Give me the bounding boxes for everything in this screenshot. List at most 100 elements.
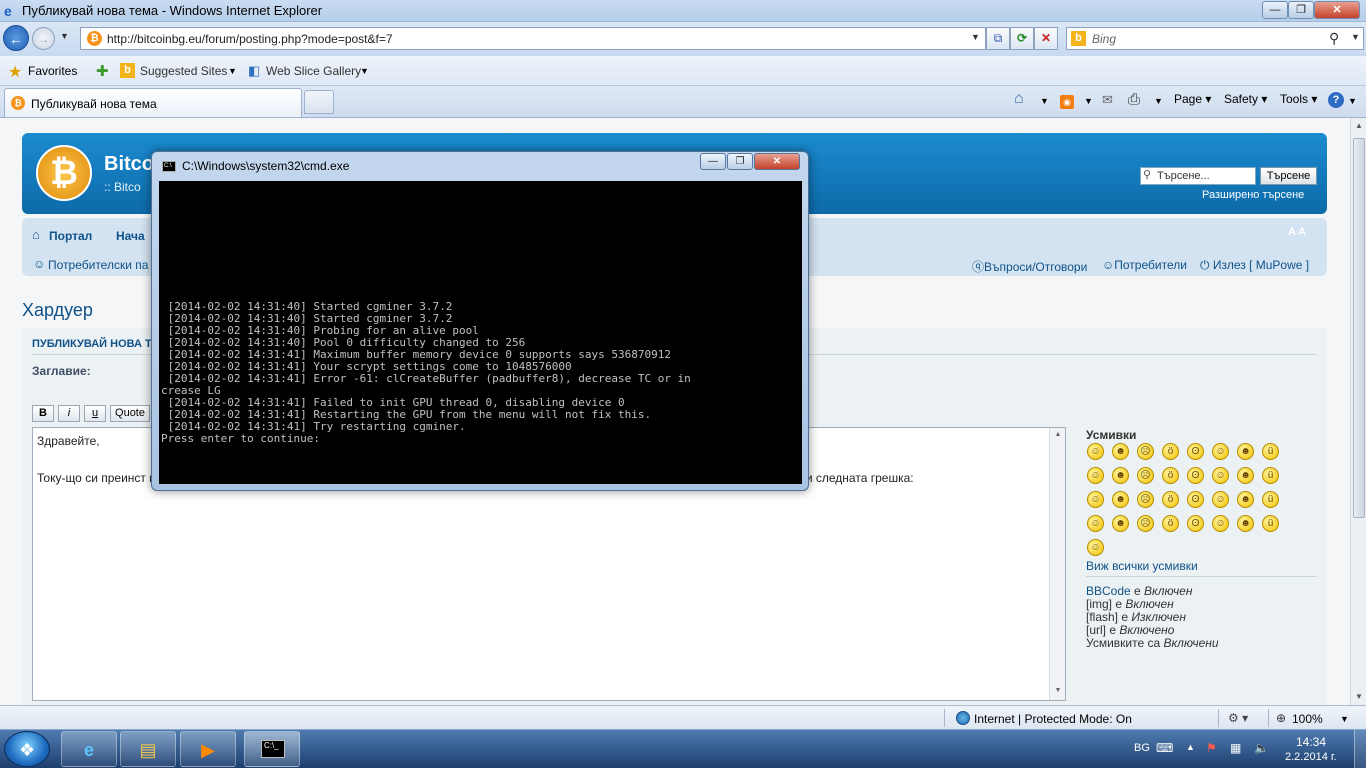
address-bar[interactable]: ₿ http://bitcoinbg.eu/forum/posting.php?… bbox=[80, 27, 986, 50]
forward-button[interactable]: → bbox=[32, 27, 55, 50]
scroll-down-icon[interactable]: ▼ bbox=[1351, 689, 1366, 705]
confused-smiley[interactable]: ☻ bbox=[1112, 515, 1129, 532]
show-desktop-button[interactable] bbox=[1354, 730, 1366, 769]
read-mail-icon[interactable]: ✉ bbox=[1102, 92, 1113, 108]
suggested-sites-dropdown-icon[interactable]: ▼ bbox=[228, 66, 237, 76]
web-slice-gallery-link[interactable]: Web Slice Gallery bbox=[266, 64, 361, 78]
tools-menu[interactable]: Tools ▾ bbox=[1280, 92, 1317, 106]
cmd-close-button[interactable]: ✕ bbox=[754, 153, 800, 170]
compatibility-view-button[interactable]: ⧉ bbox=[986, 27, 1010, 50]
feeds-dropdown-icon[interactable]: ▼ bbox=[1084, 96, 1093, 106]
search-box[interactable]: b Bing ⚲ ▼ bbox=[1066, 27, 1364, 50]
address-dropdown-icon[interactable]: ▼ bbox=[971, 32, 980, 42]
advanced-search-link[interactable]: Разширено търсене bbox=[1202, 189, 1304, 201]
address-url[interactable]: http://bitcoinbg.eu/forum/posting.php?mo… bbox=[107, 32, 393, 46]
bbcode-link[interactable]: BBCode bbox=[1086, 584, 1131, 598]
whistle-smiley[interactable]: ü bbox=[1262, 515, 1279, 532]
doh-smiley[interactable]: ☹ bbox=[1137, 515, 1154, 532]
geek-smiley[interactable]: ö bbox=[1162, 491, 1179, 508]
suggested-sites-link[interactable]: Suggested Sites bbox=[140, 64, 227, 78]
nav-faq-link[interactable]: ⓠВъпроси/Отговори bbox=[972, 258, 1087, 275]
safety-menu[interactable]: Safety ▾ bbox=[1224, 92, 1267, 106]
zoom-dropdown-icon[interactable]: ▼ bbox=[1340, 714, 1349, 724]
help-dropdown-icon[interactable]: ▼ bbox=[1348, 96, 1357, 106]
neutral-smiley[interactable]: ☻ bbox=[1112, 491, 1129, 508]
security-zone[interactable]: Internet | Protected Mode: On bbox=[974, 712, 1132, 726]
cmd-maximize-button[interactable]: ❐ bbox=[727, 153, 753, 170]
scroll-up-icon[interactable]: ▲ bbox=[1351, 118, 1366, 134]
action-center-flag-icon[interactable]: ⚑ bbox=[1206, 741, 1217, 755]
red-smiley[interactable]: ☹ bbox=[1137, 467, 1154, 484]
tab-active[interactable]: ₿ Публикувай нова тема bbox=[4, 88, 302, 117]
smile-smiley[interactable]: ☻ bbox=[1112, 443, 1129, 460]
back-button[interactable]: ← bbox=[3, 25, 29, 51]
tongue-smiley[interactable]: ü bbox=[1262, 443, 1279, 460]
shock-smiley[interactable]: ü bbox=[1262, 491, 1279, 508]
surprised-smiley[interactable]: ö bbox=[1162, 443, 1179, 460]
bitcoin-smiley[interactable]: ☺ bbox=[1087, 539, 1104, 556]
forum-search-button[interactable]: Търсене bbox=[1260, 167, 1317, 185]
twisted-smiley[interactable]: ö bbox=[1162, 467, 1179, 484]
exclaim-smiley[interactable]: ☻ bbox=[1237, 491, 1254, 508]
evil-smiley[interactable]: ʘ bbox=[1187, 467, 1204, 484]
site-name[interactable]: Bitco bbox=[104, 153, 154, 176]
page-menu[interactable]: Page ▾ bbox=[1174, 92, 1211, 106]
new-tab-button[interactable] bbox=[304, 90, 334, 114]
lol-smiley[interactable]: ʘ bbox=[1187, 515, 1204, 532]
taskbar-ie-button[interactable]: e bbox=[61, 731, 117, 767]
message-scrollbar[interactable]: ▲ ▼ bbox=[1049, 428, 1065, 700]
nav-members-link[interactable]: ☺Потребители bbox=[1102, 258, 1187, 272]
razz-smiley[interactable]: ☻ bbox=[1112, 467, 1129, 484]
quote-button[interactable]: Quote bbox=[110, 405, 150, 422]
underline-button[interactable]: u bbox=[84, 405, 106, 422]
addons-gear-icon[interactable]: ⚙ ▾ bbox=[1228, 711, 1248, 725]
cmd-icon[interactable]: C:\ bbox=[162, 161, 176, 172]
language-indicator[interactable]: BG bbox=[1134, 742, 1150, 754]
show-hidden-icons-icon[interactable]: ▲ bbox=[1186, 742, 1195, 752]
zoom-level[interactable]: 100% bbox=[1292, 712, 1323, 726]
bold-button[interactable]: B bbox=[32, 405, 54, 422]
forum-search-input[interactable]: Търсене... bbox=[1140, 167, 1256, 185]
uber-smiley[interactable]: ʘ bbox=[1187, 491, 1204, 508]
wink-smiley[interactable]: ☻ bbox=[1237, 467, 1254, 484]
taskbar-media-player-button[interactable]: ▶ bbox=[180, 731, 236, 767]
silent-smiley[interactable]: ö bbox=[1162, 515, 1179, 532]
cmd-window[interactable]: C:\ C:\Windows\system32\cmd.exe — ❐ ✕ [2… bbox=[151, 151, 809, 491]
scrollbar-thumb[interactable] bbox=[1353, 138, 1365, 518]
start-button[interactable]: ❖ bbox=[4, 731, 50, 767]
nav-portal-link[interactable]: Портал bbox=[49, 229, 92, 243]
think-smiley[interactable]: ☺ bbox=[1212, 515, 1229, 532]
scroll-down-icon[interactable]: ▼ bbox=[1050, 684, 1066, 698]
refresh-button[interactable]: ⟳ bbox=[1010, 27, 1034, 50]
zoom-icon[interactable]: ⊕ bbox=[1276, 711, 1286, 725]
rolleyes-smiley[interactable]: ☺ bbox=[1212, 467, 1229, 484]
network-icon[interactable]: ▦ bbox=[1230, 741, 1241, 755]
help-icon[interactable]: ? bbox=[1328, 92, 1344, 108]
cmd-minimize-button[interactable]: — bbox=[700, 153, 726, 170]
recent-pages-dropdown-icon[interactable]: ▼ bbox=[60, 31, 69, 41]
mrgreen-smiley[interactable]: ☹ bbox=[1137, 491, 1154, 508]
laugh-smiley[interactable]: ☻ bbox=[1237, 443, 1254, 460]
sad-smiley[interactable]: ☹ bbox=[1137, 443, 1154, 460]
nav-index-link[interactable]: Нача bbox=[116, 229, 145, 243]
clock-date[interactable]: 2.2.2014 г. bbox=[1285, 751, 1337, 763]
grin-smiley[interactable]: ☺ bbox=[1087, 443, 1104, 460]
web-slice-dropdown-icon[interactable]: ▼ bbox=[360, 66, 369, 76]
clock-time[interactable]: 14:34 bbox=[1296, 735, 1326, 749]
favorites-star-icon[interactable]: ★ bbox=[8, 62, 22, 82]
print-icon[interactable]: ⎙ bbox=[1128, 91, 1140, 108]
maximize-button[interactable]: ❐ bbox=[1288, 1, 1314, 19]
nav-ucp-link[interactable]: Потребителски па bbox=[48, 258, 148, 272]
bitcoin-logo-icon[interactable]: ₿ bbox=[36, 145, 92, 201]
close-button[interactable]: ✕ bbox=[1314, 1, 1360, 19]
idea-smiley[interactable]: ☺ bbox=[1212, 491, 1229, 508]
italic-button[interactable]: i bbox=[58, 405, 80, 422]
favorites-button[interactable]: Favorites bbox=[28, 64, 77, 78]
question-smiley[interactable]: ü bbox=[1262, 467, 1279, 484]
cool-smiley[interactable]: ☺ bbox=[1212, 443, 1229, 460]
search-placeholder[interactable]: Bing bbox=[1092, 32, 1116, 46]
forum-title[interactable]: Хардуер bbox=[22, 300, 93, 321]
arrow-smiley[interactable]: ☺ bbox=[1087, 491, 1104, 508]
taskbar-cmd-button[interactable]: C:\_ bbox=[244, 731, 300, 767]
violin-smiley[interactable]: ☻ bbox=[1237, 515, 1254, 532]
